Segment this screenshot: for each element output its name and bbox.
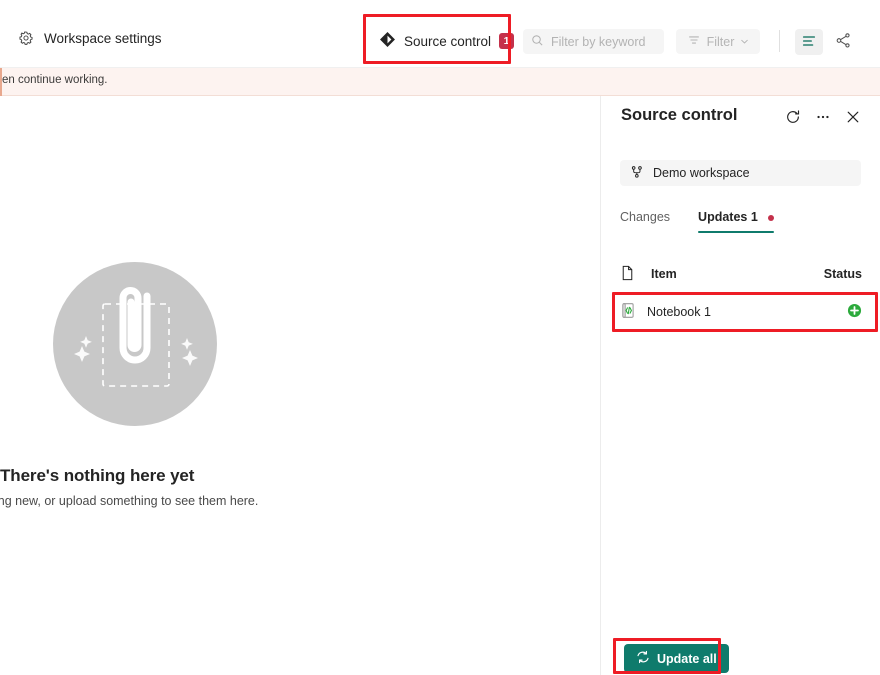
- panel-action-bar: [780, 105, 866, 131]
- document-icon: [620, 265, 640, 284]
- filter-lines-icon: [687, 33, 701, 50]
- paperclip-upload-illustration: [53, 262, 217, 426]
- source-control-button[interactable]: Source control 1: [370, 26, 523, 56]
- column-header-status: Status: [823, 267, 862, 281]
- banner-text: en continue working.: [2, 74, 108, 86]
- table-row-item-name: Notebook 1: [647, 305, 711, 319]
- toolbar-divider: [779, 30, 780, 52]
- tab-changes[interactable]: Changes: [620, 206, 684, 233]
- filter-dropdown-button[interactable]: Filter: [676, 29, 760, 54]
- update-all-label: Update all: [657, 651, 717, 666]
- refresh-button[interactable]: [780, 105, 806, 131]
- close-icon: [845, 109, 861, 128]
- source-control-diamond-icon: [379, 31, 396, 51]
- added-plus-icon: [847, 303, 862, 321]
- column-header-item: Item: [651, 267, 677, 281]
- notebook-code-icon: [620, 302, 636, 322]
- tab-active-underline: [698, 231, 775, 233]
- gear-icon: [18, 30, 34, 46]
- workspace-settings-button[interactable]: Workspace settings: [18, 30, 162, 46]
- search-icon: [531, 34, 544, 50]
- panel-title: Source control: [621, 106, 738, 124]
- empty-state-subtitle: ing new, or upload something to see them…: [0, 494, 259, 508]
- source-control-count-badge: 1: [499, 33, 515, 49]
- workspace-settings-label: Workspace settings: [44, 30, 162, 46]
- refresh-icon: [785, 109, 801, 128]
- list-view-button[interactable]: [795, 29, 823, 55]
- sync-icon: [636, 650, 650, 667]
- table-row[interactable]: Notebook 1: [620, 296, 862, 328]
- notification-banner: en continue working.: [0, 68, 880, 96]
- workspace-selector[interactable]: Demo workspace: [620, 160, 861, 186]
- source-control-label: Source control: [404, 33, 492, 49]
- empty-state-title: There's nothing here yet: [0, 466, 195, 485]
- empty-state: There's nothing here yet ing new, or upl…: [0, 262, 305, 508]
- lineage-share-icon: [835, 32, 852, 52]
- close-panel-button[interactable]: [840, 105, 866, 131]
- filter-by-keyword-input[interactable]: Filter by keyword: [523, 29, 664, 54]
- tab-updates[interactable]: Updates 1: [684, 206, 788, 233]
- table-header: Item Status: [620, 260, 862, 288]
- branch-icon: [630, 165, 644, 182]
- workspace-selector-label: Demo workspace: [653, 166, 750, 180]
- more-options-icon: [815, 109, 831, 128]
- tab-updates-dot-badge: [768, 214, 775, 221]
- panel-tabs: Changes Updates 1: [620, 206, 788, 233]
- more-options-button[interactable]: [810, 105, 836, 131]
- tab-updates-label: Updates 1: [698, 210, 758, 224]
- list-view-icon: [801, 33, 817, 52]
- main-content-area: There's nothing here yet ing new, or upl…: [0, 96, 601, 675]
- tab-changes-label: Changes: [620, 210, 671, 224]
- top-toolbar: Workspace settings Source control 1 Filt…: [0, 0, 880, 68]
- table-row-status: [847, 303, 862, 321]
- source-control-panel: Source control Demo workspace Changes Up…: [602, 96, 880, 675]
- lineage-view-button[interactable]: [829, 29, 857, 55]
- chevron-down-icon: [740, 35, 749, 49]
- update-all-button[interactable]: Update all: [624, 644, 729, 673]
- filter-button-label: Filter: [706, 34, 735, 49]
- filter-input-placeholder: Filter by keyword: [551, 34, 646, 49]
